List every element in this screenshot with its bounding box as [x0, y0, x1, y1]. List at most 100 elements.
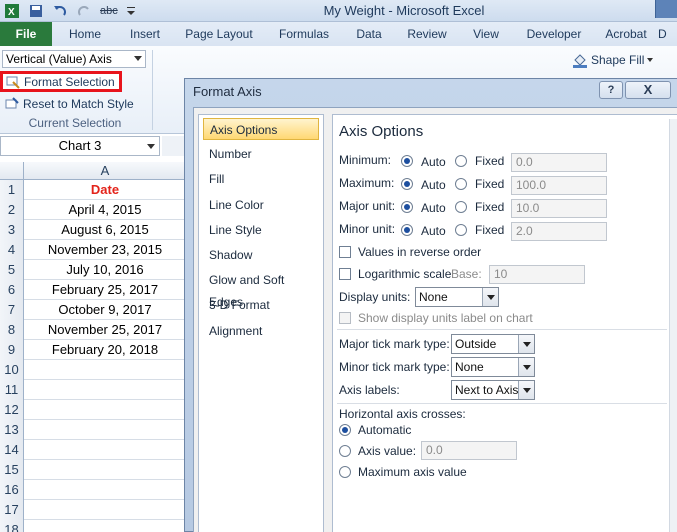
show-units-label-checkbox[interactable] — [339, 312, 351, 324]
tab-insert[interactable]: Insert — [118, 22, 172, 46]
cell-a3[interactable]: August 6, 2015 — [24, 220, 186, 240]
minimum-auto-radio[interactable] — [401, 155, 413, 167]
cell-a15[interactable] — [24, 460, 186, 480]
window-control[interactable] — [655, 0, 677, 18]
category-fill[interactable]: Fill — [203, 168, 319, 190]
cell-a14[interactable] — [24, 440, 186, 460]
category-3d-format[interactable]: 3-D Format — [203, 294, 319, 316]
tab-review[interactable]: Review — [396, 22, 458, 46]
maximum-input[interactable]: 100.0 — [511, 176, 607, 195]
cell-a7[interactable]: October 9, 2017 — [24, 300, 186, 320]
category-glow-soft-edges[interactable]: Glow and Soft Edges — [203, 269, 319, 309]
chevron-down-icon — [518, 358, 534, 376]
category-shadow[interactable]: Shadow — [203, 244, 319, 266]
row-number[interactable]: 12 — [0, 400, 24, 420]
cell-a11[interactable] — [24, 380, 186, 400]
display-units-dropdown[interactable]: None — [415, 287, 499, 307]
column-header-row: A — [0, 162, 186, 180]
minor-tick-dropdown[interactable]: None — [451, 357, 535, 377]
row-number[interactable]: 8 — [0, 320, 24, 340]
axis-labels-dropdown[interactable]: Next to Axis — [451, 380, 535, 400]
cell-a2[interactable]: April 4, 2015 — [24, 200, 186, 220]
cell-a16[interactable] — [24, 480, 186, 500]
category-axis-options[interactable]: Axis Options — [203, 118, 319, 140]
panel-scrollbar[interactable] — [669, 119, 677, 532]
minor-unit-fixed-radio[interactable] — [455, 224, 467, 236]
maximum-auto-radio[interactable] — [401, 178, 413, 190]
category-line-color[interactable]: Line Color — [203, 194, 319, 216]
cell-a10[interactable] — [24, 360, 186, 380]
ribbon-tabs: File Home Insert Page Layout Formulas Da… — [0, 22, 677, 46]
cell-a5[interactable]: July 10, 2016 — [24, 260, 186, 280]
major-unit-fixed-radio[interactable] — [455, 201, 467, 213]
help-button[interactable]: ? — [599, 81, 623, 99]
select-all-corner[interactable] — [0, 162, 24, 180]
tab-acrobat[interactable]: Acrobat — [594, 22, 658, 46]
row-number[interactable]: 11 — [0, 380, 24, 400]
chart-element-selector[interactable]: Vertical (Value) Axis — [2, 50, 146, 68]
tab-view[interactable]: View — [458, 22, 514, 46]
cell-a9[interactable]: February 20, 2018 — [24, 340, 186, 360]
row-number[interactable]: 14 — [0, 440, 24, 460]
crosses-max-radio[interactable] — [339, 466, 351, 478]
tab-developer[interactable]: Developer — [514, 22, 594, 46]
tab-file[interactable]: File — [0, 22, 52, 46]
table-row: 18 — [0, 520, 186, 532]
name-box[interactable]: Chart 3 — [0, 136, 160, 156]
category-line-style[interactable]: Line Style — [203, 219, 319, 241]
tab-data[interactable]: Data — [342, 22, 396, 46]
table-row: 4 November 23, 2015 — [0, 240, 186, 260]
cell-a12[interactable] — [24, 400, 186, 420]
chevron-down-icon — [482, 288, 498, 306]
cell-a4[interactable]: November 23, 2015 — [24, 240, 186, 260]
tab-d[interactable]: D — [658, 22, 677, 46]
row-number[interactable]: 10 — [0, 360, 24, 380]
category-number[interactable]: Number — [203, 143, 319, 165]
row-number[interactable]: 2 — [0, 200, 24, 220]
row-number[interactable]: 13 — [0, 420, 24, 440]
format-selection-button[interactable]: Format Selection — [0, 71, 122, 92]
column-header-a[interactable]: A — [24, 162, 186, 180]
category-alignment[interactable]: Alignment — [203, 320, 319, 342]
row-number[interactable]: 9 — [0, 340, 24, 360]
cell-a6[interactable]: February 25, 2017 — [24, 280, 186, 300]
base-input[interactable]: 10 — [489, 265, 585, 284]
tab-page-layout[interactable]: Page Layout — [172, 22, 266, 46]
shape-fill-button[interactable]: Shape Fill — [572, 52, 654, 68]
cell-a17[interactable] — [24, 500, 186, 520]
log-scale-checkbox[interactable] — [339, 268, 351, 280]
minimum-fixed-radio[interactable] — [455, 155, 467, 167]
row-number[interactable]: 17 — [0, 500, 24, 520]
minor-unit-auto-radio[interactable] — [401, 224, 413, 236]
minor-unit-input[interactable]: 2.0 — [511, 222, 607, 241]
reset-style-button[interactable]: Reset to Match Style — [4, 96, 134, 112]
maximum-fixed-radio[interactable] — [455, 178, 467, 190]
cell-a18[interactable] — [24, 520, 186, 532]
row-number[interactable]: 18 — [0, 520, 24, 532]
reverse-order-checkbox[interactable] — [339, 246, 351, 258]
tab-formulas[interactable]: Formulas — [266, 22, 342, 46]
auto-label: Auto — [421, 224, 446, 238]
minimum-input[interactable]: 0.0 — [511, 153, 607, 172]
row-number[interactable]: 1 — [0, 180, 24, 200]
row-number[interactable]: 5 — [0, 260, 24, 280]
cell-a1[interactable]: Date — [24, 180, 186, 200]
major-unit-input[interactable]: 10.0 — [511, 199, 607, 218]
cell-a13[interactable] — [24, 420, 186, 440]
row-number[interactable]: 6 — [0, 280, 24, 300]
row-number[interactable]: 4 — [0, 240, 24, 260]
row-number[interactable]: 15 — [0, 460, 24, 480]
crosses-label: Horizontal axis crosses: — [339, 407, 466, 421]
crosses-axis-value-radio[interactable] — [339, 445, 351, 457]
major-unit-auto-radio[interactable] — [401, 201, 413, 213]
crosses-axis-value-input[interactable]: 0.0 — [421, 441, 517, 460]
row-number[interactable]: 7 — [0, 300, 24, 320]
close-button[interactable]: X — [625, 81, 671, 99]
row-number[interactable]: 3 — [0, 220, 24, 240]
crosses-automatic-radio[interactable] — [339, 424, 351, 436]
major-tick-dropdown[interactable]: Outside — [451, 334, 535, 354]
formula-bar-edge[interactable] — [162, 136, 186, 156]
cell-a8[interactable]: November 25, 2017 — [24, 320, 186, 340]
row-number[interactable]: 16 — [0, 480, 24, 500]
tab-home[interactable]: Home — [52, 22, 118, 46]
